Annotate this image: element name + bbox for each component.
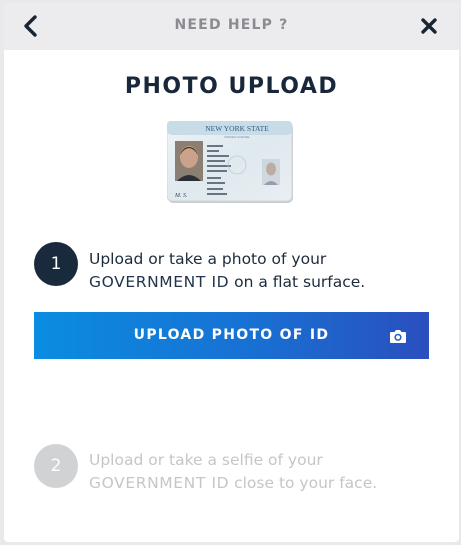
need-help-link[interactable]: NEED HELP ? (4, 17, 459, 33)
page-title: PHOTO UPLOAD (124, 74, 339, 99)
id-card-state-text: NEW YORK STATE (205, 124, 269, 133)
step-1-text-after: on a flat surface. (229, 273, 366, 291)
step-2-instructions: Upload or take a selfie of your GOVERNMEN… (89, 449, 377, 495)
upload-photo-of-id-button[interactable]: UPLOAD PHOTO OF ID (34, 312, 429, 359)
upload-dialog: NEED HELP ? PHOTO UPLOAD NEW YORK STATE … (4, 3, 459, 542)
step-1-text-line1: Upload or take a photo of your (89, 250, 327, 268)
step-2-text-after: close to your face. (229, 474, 378, 492)
close-icon (421, 18, 437, 34)
header-bar: NEED HELP ? (4, 3, 459, 50)
id-card-sublabel-text: DRIVER LICENSE (224, 135, 249, 139)
svg-text:M. S.: M. S. (174, 193, 188, 199)
step-2-emphasis: GOVERNMENT ID (89, 474, 230, 492)
id-card-illustration: NEW YORK STATE DRIVER LICENSE M. S. (167, 121, 293, 203)
close-button[interactable] (418, 15, 440, 37)
upload-button-label: UPLOAD PHOTO OF ID (133, 327, 330, 343)
camera-icon (390, 330, 406, 343)
step-2-badge: 2 (34, 444, 78, 488)
step-1-instructions: Upload or take a photo of your GOVERNMENT… (89, 248, 365, 294)
step-1-emphasis: GOVERNMENT ID (89, 273, 230, 291)
step-1-badge: 1 (34, 242, 78, 286)
step-2-text-line1: Upload or take a selfie of your (89, 451, 323, 469)
